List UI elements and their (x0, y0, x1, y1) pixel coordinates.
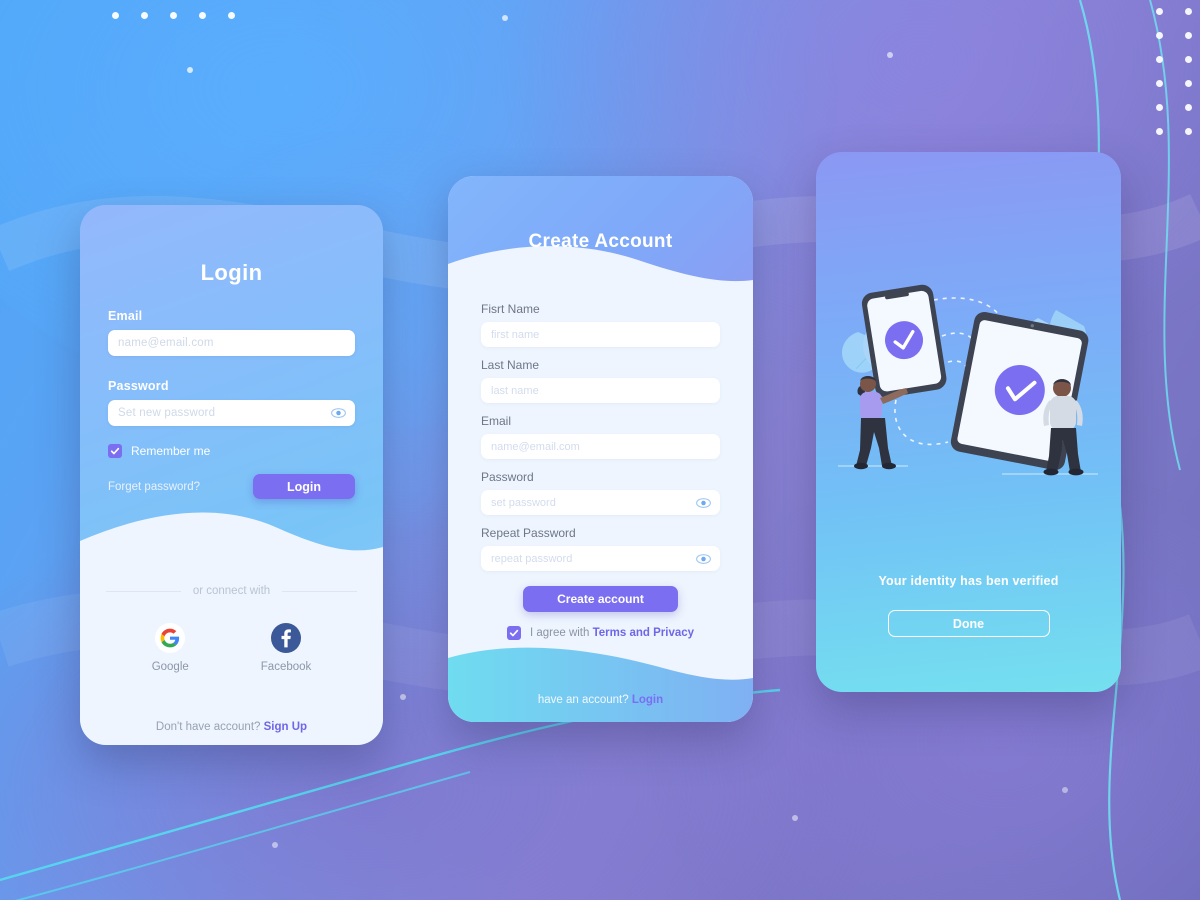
password-field-group: Password Set new password (108, 379, 355, 426)
dot (1185, 104, 1192, 111)
create-account-screen: Create Account Fisrt Name first name Las… (448, 176, 753, 722)
email-group: Email name@email.com (481, 414, 720, 459)
dot (1185, 128, 1192, 135)
dot (228, 12, 235, 19)
password-input[interactable]: set password (481, 490, 720, 515)
create-account-title: Create Account (528, 231, 673, 252)
login-social-section: or connect with Google Facebook (80, 523, 383, 745)
eye-icon[interactable] (696, 553, 711, 564)
password-label: Password (108, 379, 169, 393)
dot (1185, 56, 1192, 63)
terms-text: I agree with Terms and Privacy (530, 627, 694, 639)
terms-link[interactable]: Terms and Privacy (593, 627, 694, 639)
dot (1156, 8, 1163, 15)
decorative-dot-grid (1156, 8, 1192, 135)
create-account-button[interactable]: Create account (523, 586, 678, 612)
dot (1185, 8, 1192, 15)
email-field-group: Email name@email.com (108, 309, 355, 356)
eye-icon[interactable] (696, 497, 711, 508)
terms-prefix: I agree with (529, 627, 593, 639)
login-title: Login (200, 260, 263, 285)
last-name-group: Last Name last name (481, 358, 720, 403)
password-placeholder: set password (491, 496, 556, 509)
login-button[interactable]: Login (252, 474, 355, 499)
first-name-input[interactable]: first name (481, 322, 720, 347)
login-form: Login Email name@email.com Password Set … (80, 205, 383, 499)
dot (1185, 32, 1192, 39)
done-button-row: Done (816, 610, 1121, 637)
last-name-placeholder: last name (491, 384, 539, 397)
done-button[interactable]: Done (887, 610, 1050, 637)
email-input[interactable]: name@email.com (481, 434, 720, 459)
connect-divider: or connect with (106, 585, 358, 597)
dot (1156, 32, 1163, 39)
terms-agreement-row[interactable]: I agree with Terms and Privacy (481, 626, 720, 640)
password-group: Password set password (481, 470, 720, 515)
dot (170, 12, 177, 19)
password-placeholder: Set new password (118, 407, 216, 419)
divider-line (282, 590, 358, 592)
verification-illustration (838, 284, 1098, 476)
remember-me-checkbox[interactable] (108, 444, 122, 458)
first-name-placeholder: first name (491, 328, 540, 341)
social-buttons: Google Facebook (106, 623, 357, 673)
dot (112, 12, 119, 19)
google-icon (155, 623, 186, 653)
identity-verified-screen: Your identity has ben verified Done (816, 152, 1121, 692)
decorative-dot-row (112, 12, 235, 19)
divider-line (106, 590, 181, 592)
facebook-login-button[interactable]: Facebook (260, 623, 312, 673)
signup-prompt: Don't have account? Sign Up (80, 721, 383, 733)
dot (1156, 104, 1163, 111)
google-login-button[interactable]: Google (152, 623, 189, 673)
repeat-password-group: Repeat Password repeat password (481, 526, 720, 571)
forget-password-link[interactable]: Forget password? (108, 481, 200, 493)
dot (1156, 80, 1163, 87)
signup-prefix: Don't have account? (155, 721, 264, 733)
password-input[interactable]: Set new password (108, 400, 355, 426)
first-name-label: Fisrt Name (481, 302, 540, 316)
login-action-row: Forget password? Login (108, 474, 355, 499)
email-placeholder: name@email.com (118, 337, 214, 349)
facebook-icon (271, 623, 302, 653)
create-account-submit-row: Create account (481, 586, 720, 612)
repeat-password-input[interactable]: repeat password (481, 546, 720, 571)
remember-me-row[interactable]: Remember me (108, 444, 355, 458)
dot (1156, 56, 1163, 63)
repeat-password-placeholder: repeat password (491, 552, 573, 565)
dot (1185, 80, 1192, 87)
login-screen: Login Email name@email.com Password Set … (80, 205, 383, 745)
dot (199, 12, 206, 19)
google-label: Google (151, 661, 189, 673)
password-label: Password (481, 470, 534, 484)
remember-me-label: Remember me (131, 444, 211, 458)
email-input[interactable]: name@email.com (108, 330, 355, 356)
facebook-label: Facebook (260, 661, 312, 673)
email-placeholder: name@email.com (491, 440, 580, 453)
last-name-label: Last Name (481, 358, 540, 372)
dot (141, 12, 148, 19)
dot (1156, 128, 1163, 135)
create-account-footer: have an account? Login (448, 642, 753, 722)
email-label: Email (481, 414, 512, 428)
repeat-password-label: Repeat Password (481, 526, 576, 540)
verified-message: Your identity has ben verified (878, 574, 1059, 588)
login-prompt-prefix: have an account? (537, 694, 632, 706)
eye-icon[interactable] (331, 408, 346, 419)
connect-label: or connect with (192, 585, 271, 597)
email-label: Email (108, 309, 143, 323)
create-account-form: Fisrt Name first name Last Name last nam… (448, 302, 753, 640)
login-prompt-link[interactable]: Login (632, 694, 663, 706)
signup-link[interactable]: Sign Up (264, 721, 307, 733)
terms-checkbox[interactable] (506, 626, 521, 640)
check-icon (110, 447, 120, 455)
login-prompt: have an account? Login (448, 694, 753, 706)
last-name-input[interactable]: last name (481, 378, 720, 403)
footer-wave (448, 647, 753, 722)
check-icon (509, 629, 519, 637)
first-name-group: Fisrt Name first name (481, 302, 720, 347)
